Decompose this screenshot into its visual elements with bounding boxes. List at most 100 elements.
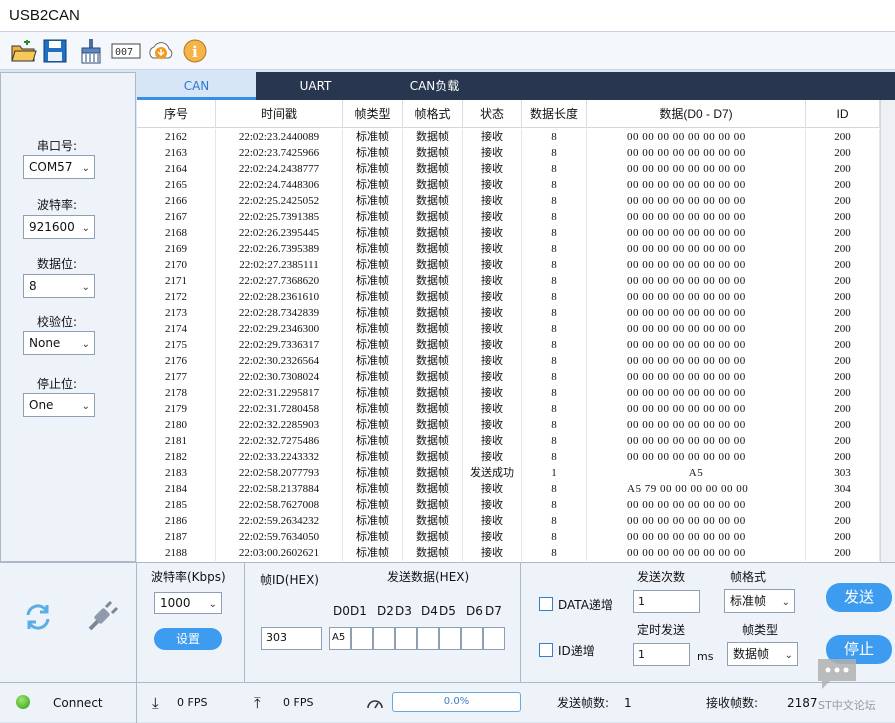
table-row[interactable]: 2185 22:02:58.7627008 标准帧 数据帧 接收 8 00 00 00 00… [137, 497, 880, 513]
table-row[interactable]: 2169 22:02:26.7395389 标准帧 数据帧 接收 8 00 00 00 00… [137, 241, 880, 257]
table-row[interactable]: 2163 22:02:23.7425966 标准帧 数据帧 接收 8 00 00 00 00… [137, 145, 880, 161]
table-cell: 接收 [463, 369, 522, 385]
table-cell: 标准帧 [343, 465, 403, 481]
table-row[interactable]: 2178 22:02:31.2295817 标准帧 数据帧 接收 8 00 00 00 00… [137, 385, 880, 401]
table-row[interactable]: 2176 22:02:30.2326564 标准帧 数据帧 接收 8 00 00 00 00… [137, 353, 880, 369]
data-inc-checkbox[interactable] [539, 597, 553, 611]
table-cell: 接收 [463, 305, 522, 321]
byte-input[interactable] [417, 627, 439, 650]
byte-label: D3 [395, 604, 412, 618]
table-row[interactable]: 2183 22:02:58.2077793 标准帧 数据帧 发送成功 1 A5 303 [137, 465, 880, 481]
table-row[interactable]: 2164 22:02:24.2438777 标准帧 数据帧 接收 8 00 00 00 00… [137, 161, 880, 177]
save-icon[interactable] [40, 36, 68, 64]
download-cloud-icon[interactable] [145, 36, 173, 64]
byte-input[interactable] [395, 627, 417, 650]
table-row[interactable]: 2166 22:02:25.2425052 标准帧 数据帧 接收 8 00 00 00 00… [137, 193, 880, 209]
open-folder-icon[interactable] [8, 36, 37, 64]
byte-input[interactable] [483, 627, 505, 650]
table-cell: 200 [806, 449, 880, 465]
byte-input[interactable] [461, 627, 483, 650]
table-row[interactable]: 2187 22:02:59.7634050 标准帧 数据帧 接收 8 00 00 00 00… [137, 529, 880, 545]
table-cell: 22:02:27.2385111 [216, 257, 343, 273]
table-cell: 2162 [137, 129, 216, 145]
byte-input[interactable] [373, 627, 395, 650]
info-icon[interactable]: i [180, 36, 208, 64]
table-cell: 数据帧 [403, 497, 463, 513]
tab-can-load[interactable]: CAN负载 [375, 72, 494, 100]
column-header[interactable]: 帧类型 [343, 100, 403, 128]
table-row[interactable]: 2175 22:02:29.7336317 标准帧 数据帧 接收 8 00 00 00 00… [137, 337, 880, 353]
column-header[interactable]: ID [806, 100, 880, 128]
table-row[interactable]: 2165 22:02:24.7448306 标准帧 数据帧 接收 8 00 00 00 00… [137, 177, 880, 193]
frame-type-select[interactable]: 数据帧 ⌄ [727, 642, 798, 666]
table-cell: 标准帧 [343, 385, 403, 401]
table-row[interactable]: 2188 22:03:00.2602621 标准帧 数据帧 接收 8 00 00 00 00… [137, 545, 880, 561]
byte-input[interactable]: A5 [329, 627, 351, 650]
table-header: 序号 时间戳 帧类型 帧格式 状态 数据长度 数据(D0 - D7) ID [137, 100, 880, 128]
column-header[interactable]: 数据(D0 - D7) [587, 100, 806, 128]
table-cell: 接收 [463, 289, 522, 305]
table-row[interactable]: 2180 22:02:32.2285903 标准帧 数据帧 接收 8 00 00 00 00… [137, 417, 880, 433]
svg-text:007: 007 [115, 47, 133, 58]
column-header[interactable]: 状态 [463, 100, 522, 128]
usb-plug-icon[interactable] [84, 599, 120, 639]
table-row[interactable]: 2186 22:02:59.2634232 标准帧 数据帧 接收 8 00 00 00 00… [137, 513, 880, 529]
frame-id-input[interactable]: 303 [261, 627, 322, 650]
tab-can[interactable]: CAN [137, 72, 256, 100]
table-row[interactable]: 2173 22:02:28.7342839 标准帧 数据帧 接收 8 00 00 00 00… [137, 305, 880, 321]
timer-input[interactable]: 1 [633, 643, 690, 666]
table-cell: 2174 [137, 321, 216, 337]
table-cell: 2177 [137, 369, 216, 385]
table-cell: 数据帧 [403, 481, 463, 497]
data-inc-label: DATA递增 [558, 598, 613, 612]
table-cell: 200 [806, 353, 880, 369]
column-header[interactable]: 序号 [137, 100, 216, 128]
chevron-down-icon: ⌄ [81, 339, 90, 350]
table-cell: 接收 [463, 145, 522, 161]
table-row[interactable]: 2181 22:02:32.7275486 标准帧 数据帧 接收 8 00 00 00 00… [137, 433, 880, 449]
table-row[interactable]: 2172 22:02:28.2361610 标准帧 数据帧 接收 8 00 00 00 00… [137, 289, 880, 305]
table-cell: 200 [806, 321, 880, 337]
baud-select[interactable]: 921600 ⌄ [23, 215, 95, 239]
refresh-icon[interactable] [20, 599, 56, 639]
databits-select[interactable]: 8 ⌄ [23, 274, 95, 298]
parity-select[interactable]: None ⌄ [23, 331, 95, 355]
table-row[interactable]: 2174 22:02:29.2346300 标准帧 数据帧 接收 8 00 00 00 00… [137, 321, 880, 337]
table-cell: 接收 [463, 481, 522, 497]
table-row[interactable]: 2179 22:02:31.7280458 标准帧 数据帧 接收 8 00 00 00 00… [137, 401, 880, 417]
send-button[interactable]: 发送 [826, 583, 892, 612]
table-row[interactable]: 2171 22:02:27.7368620 标准帧 数据帧 接收 8 00 00 00 00… [137, 273, 880, 289]
table-cell: 200 [806, 145, 880, 161]
table-row[interactable]: 2170 22:02:27.2385111 标准帧 数据帧 接收 8 00 00 00 00… [137, 257, 880, 273]
column-header[interactable]: 帧格式 [403, 100, 463, 128]
table-cell: 数据帧 [403, 465, 463, 481]
counter-icon[interactable]: 007 [110, 36, 141, 64]
table-row[interactable]: 2184 22:02:58.2137884 标准帧 数据帧 接收 8 A5 79 00 00… [137, 481, 880, 497]
table-row[interactable]: 2177 22:02:30.7308024 标准帧 数据帧 接收 8 00 00 00 00… [137, 369, 880, 385]
column-header[interactable]: 数据长度 [522, 100, 587, 128]
tab-uart[interactable]: UART [256, 72, 375, 100]
set-button[interactable]: 设置 [154, 628, 222, 650]
port-select[interactable]: COM57 ⌄ [23, 155, 95, 179]
byte-input[interactable] [351, 627, 373, 650]
table-row[interactable]: 2162 22:02:23.2440089 标准帧 数据帧 接收 8 00 00 00 00… [137, 129, 880, 145]
send-count-input[interactable]: 1 [633, 590, 700, 613]
table-row[interactable]: 2167 22:02:25.7391385 标准帧 数据帧 接收 8 00 00 00 00… [137, 209, 880, 225]
column-header[interactable]: 时间戳 [216, 100, 343, 128]
table-cell: A5 [587, 465, 806, 481]
table-cell: 200 [806, 273, 880, 289]
table-cell: 22:02:28.7342839 [216, 305, 343, 321]
table-cell: 数据帧 [403, 209, 463, 225]
table-cell: 接收 [463, 497, 522, 513]
stopbits-select[interactable]: One ⌄ [23, 393, 95, 417]
chevron-down-icon: ⌄ [81, 163, 90, 174]
clear-icon[interactable] [76, 36, 104, 64]
byte-input[interactable] [439, 627, 461, 650]
tx-fps: 0 FPS [283, 696, 314, 709]
can-baud-select[interactable]: 1000 ⌄ [154, 592, 222, 614]
frame-format-select[interactable]: 标准帧 ⌄ [724, 589, 795, 613]
table-scrollbar[interactable] [880, 100, 895, 562]
id-inc-checkbox[interactable] [539, 643, 553, 657]
table-row[interactable]: 2182 22:02:33.2243332 标准帧 数据帧 接收 8 00 00 00 00… [137, 449, 880, 465]
table-row[interactable]: 2168 22:02:26.2395445 标准帧 数据帧 接收 8 00 00 00 00… [137, 225, 880, 241]
